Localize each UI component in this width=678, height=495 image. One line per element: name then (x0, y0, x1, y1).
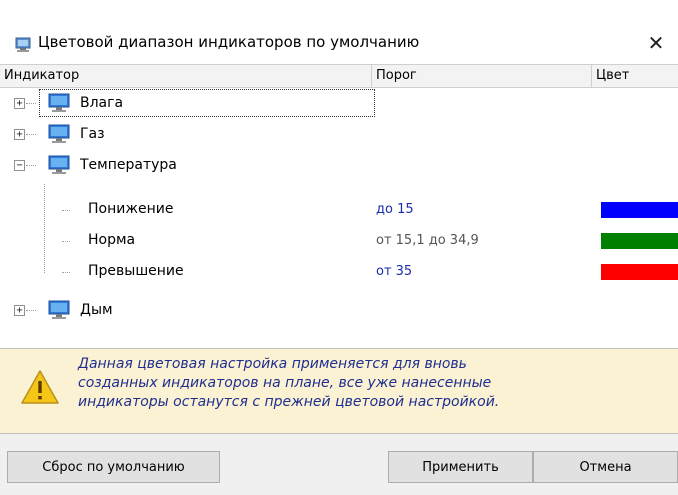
monitor-icon (48, 124, 70, 143)
child-label: Понижение (88, 201, 174, 217)
tree-child-norma[interactable]: Норма от 15,1 до 34,9 (0, 225, 678, 255)
column-header-indicator[interactable]: Индикатор (0, 65, 372, 87)
notice-panel: Данная цветовая настройка применяется дл… (0, 348, 678, 434)
tree-node-gaz[interactable]: + Газ (0, 119, 678, 149)
close-button[interactable]: ✕ (634, 26, 678, 60)
tree-node-label: Дым (80, 302, 113, 318)
threshold-value: от 15,1 до 34,9 (376, 233, 479, 248)
threshold-value: до 15 (376, 202, 414, 217)
color-swatch-blue[interactable] (601, 202, 678, 218)
tree-node-temperatura[interactable]: − Температура (0, 150, 678, 180)
monitor-icon (48, 300, 70, 319)
tree-node-label: Влага (80, 95, 124, 111)
tree-node-label: Газ (80, 126, 105, 142)
notice-text: Данная цветовая настройка применяется дл… (78, 355, 668, 412)
indicator-tree: + Влага + Газ − Температура Понижение до… (0, 88, 678, 348)
reset-defaults-button[interactable]: Сброс по умолчанию (7, 451, 220, 483)
expand-icon[interactable]: + (14, 305, 25, 316)
close-icon: ✕ (647, 31, 665, 55)
column-header-color[interactable]: Цвет (592, 65, 678, 87)
tree-node-label: Температура (80, 157, 177, 173)
column-header-row: Индикатор Порог Цвет (0, 64, 678, 88)
threshold-value: от 35 (376, 264, 413, 279)
apply-button[interactable]: Применить (388, 451, 533, 483)
notice-line: Данная цветовая настройка применяется дл… (78, 356, 467, 372)
button-bar: Сброс по умолчанию Применить Отмена (0, 434, 678, 495)
warning-icon (21, 370, 59, 404)
monitor-icon (48, 155, 70, 174)
expand-icon[interactable]: + (14, 98, 25, 109)
color-swatch-green[interactable] (601, 233, 678, 249)
title-bar: Цветовой диапазон индикаторов по умолчан… (0, 0, 678, 64)
window-title: Цветовой диапазон индикаторов по умолчан… (38, 33, 420, 51)
tree-child-prevyshenie[interactable]: Превышение от 35 (0, 256, 678, 286)
child-label: Норма (88, 232, 136, 248)
cancel-button[interactable]: Отмена (533, 451, 678, 483)
tree-node-dym[interactable]: + Дым (0, 295, 678, 325)
monitor-icon (48, 93, 70, 112)
collapse-icon[interactable]: − (14, 160, 25, 171)
notice-line: индикаторы останутся с прежней цветовой … (78, 394, 500, 410)
computer-icon (15, 37, 31, 52)
notice-line: созданных индикаторов на плане, все уже … (78, 375, 492, 391)
tree-node-vlaga[interactable]: + Влага (0, 88, 678, 118)
color-swatch-red[interactable] (601, 264, 678, 280)
child-label: Превышение (88, 263, 184, 279)
column-header-threshold[interactable]: Порог (372, 65, 592, 87)
expand-icon[interactable]: + (14, 129, 25, 140)
tree-child-ponizhenie[interactable]: Понижение до 15 (0, 194, 678, 224)
